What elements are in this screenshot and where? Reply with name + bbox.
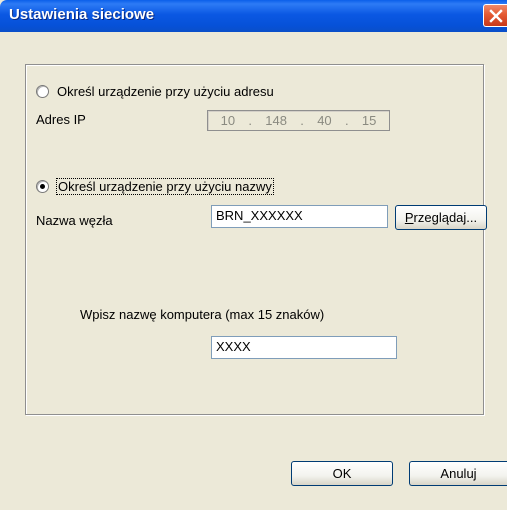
cancel-button[interactable]: Anuluj: [409, 461, 507, 486]
browse-button-label: rzeglądaj...: [413, 210, 478, 225]
radio-by-name[interactable]: Określ urządzenie przy użyciu nazwy: [36, 177, 274, 195]
radio-by-address-label: Określ urządzenie przy użyciu adresu: [57, 83, 274, 99]
node-name-input[interactable]: BRN_XXXXXX: [211, 205, 388, 228]
ip-octet-4: 15: [361, 113, 377, 128]
radio-by-address-circle[interactable]: [36, 84, 49, 98]
radio-by-name-circle[interactable]: [36, 179, 49, 193]
network-settings-dialog: Ustawienia sieciowe Określ urządzenie pr…: [0, 0, 507, 510]
browse-button[interactable]: Przeglądaj...: [395, 205, 487, 230]
computer-name-label: Wpisz nazwę komputera (max 15 znaków): [80, 307, 325, 322]
ip-octet-3: 40: [317, 113, 332, 128]
ip-separator-2: .: [300, 113, 304, 128]
ip-address-label: Adres IP: [36, 112, 86, 127]
window-title: Ustawienia sieciowe: [9, 6, 155, 23]
title-bar[interactable]: Ustawienia sieciowe: [0, 0, 507, 32]
radio-by-name-label: Określ urządzenie przy użyciu nazwy: [56, 177, 274, 195]
ip-address-field[interactable]: 10 . 148 . 40 . 15: [207, 110, 390, 131]
close-button[interactable]: [483, 4, 507, 27]
ip-octet-1: 10: [220, 113, 236, 128]
computer-name-input[interactable]: XXXX: [211, 336, 397, 359]
close-icon: [489, 9, 503, 23]
ip-separator-3: .: [344, 113, 349, 128]
ip-separator-1: .: [248, 113, 253, 128]
radio-by-address[interactable]: Określ urządzenie przy użyciu adresu: [36, 82, 274, 100]
ip-octet-2: 148: [265, 113, 287, 128]
browse-button-accel: P: [404, 210, 414, 225]
node-name-label: Nazwa węzła: [36, 213, 113, 228]
ok-button[interactable]: OK: [291, 461, 393, 486]
